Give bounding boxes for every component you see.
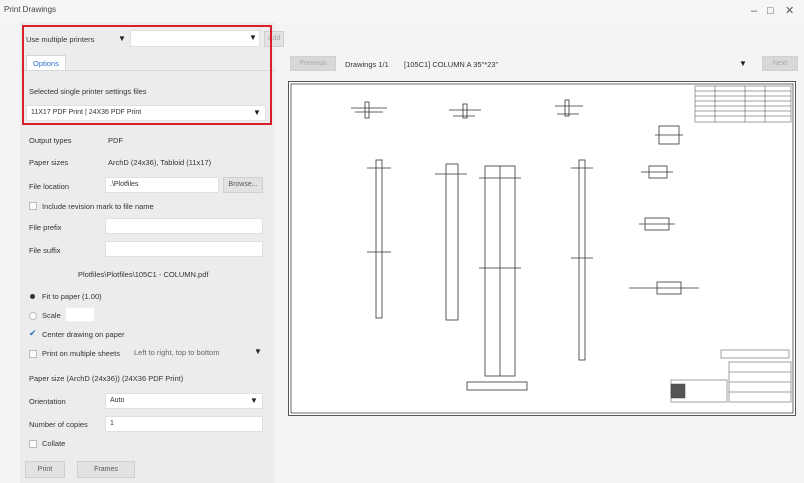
chevron-down-icon: ▼ [254,347,262,356]
chevron-down-icon: ▼ [250,396,258,405]
output-types-value: PDF [108,136,123,145]
fit-to-paper-label: Fit to paper (1.00) [42,292,102,301]
scale-label: Scale [42,311,61,320]
copies-label: Number of copies [29,420,88,429]
close-button[interactable]: ✕ [785,5,794,17]
highlight-box [22,25,272,125]
scale-radio[interactable] [29,312,37,320]
drawing-preview [288,81,796,416]
checkmark-icon[interactable]: ✔ [29,328,37,339]
browse-button[interactable]: Browse... [223,177,263,193]
paper-size-line: Paper size (ArchD (24x36)) (24X36 PDF Pr… [29,374,184,383]
file-prefix-input[interactable] [105,218,263,234]
paper-sizes-value: ArchD (24x36), Tabloid (11x17) [108,158,212,167]
chevron-down-icon: ▼ [739,59,747,68]
center-drawing-label: Center drawing on paper [42,330,125,339]
revision-mark-label: Include revision mark to file name [42,202,154,211]
previous-button[interactable]: Previous [290,56,336,71]
drawing-select[interactable]: [105C1] COLUMN A 35"*23" ▼ [402,56,750,72]
multiple-sheets-select[interactable]: Left to right, top to bottom ▼ [130,344,265,360]
paper-sizes-label: Paper sizes [29,158,69,167]
window-title: Print Drawings [4,5,57,14]
minimize-button[interactable]: – [751,5,757,17]
drawing-sheet-image [290,83,794,414]
print-button[interactable]: Print [25,461,65,478]
file-prefix-label: File prefix [29,223,62,232]
frames-button[interactable]: Frames [77,461,135,478]
multiple-sheets-checkbox[interactable] [29,350,37,358]
collate-label: Collate [42,439,66,448]
multiple-sheets-label: Print on multiple sheets [42,349,120,358]
orientation-label: Orientation [29,397,66,406]
next-button[interactable]: Next [762,56,798,71]
file-suffix-label: File suffix [29,246,61,255]
file-location-label: File location [29,182,70,191]
scale-input[interactable] [65,307,95,322]
maximize-button[interactable]: □ [767,5,774,17]
file-suffix-input[interactable] [105,241,263,257]
orientation-select[interactable]: Auto ▼ [105,393,263,409]
output-path: Plotfiles\Plotfiles\105C1 - COLUMN.pdf [78,270,209,279]
revision-mark-checkbox[interactable] [29,202,37,210]
file-location-input[interactable]: .\Plotfiles [105,177,219,193]
title-bar: Print Drawings – □ ✕ [0,0,804,24]
drawing-counter: Drawings 1/1 [345,60,389,69]
fit-to-paper-radio[interactable] [30,294,35,299]
output-types-label: Output types [29,136,72,145]
collate-checkbox[interactable] [29,440,37,448]
copies-input[interactable]: 1 [105,416,263,432]
